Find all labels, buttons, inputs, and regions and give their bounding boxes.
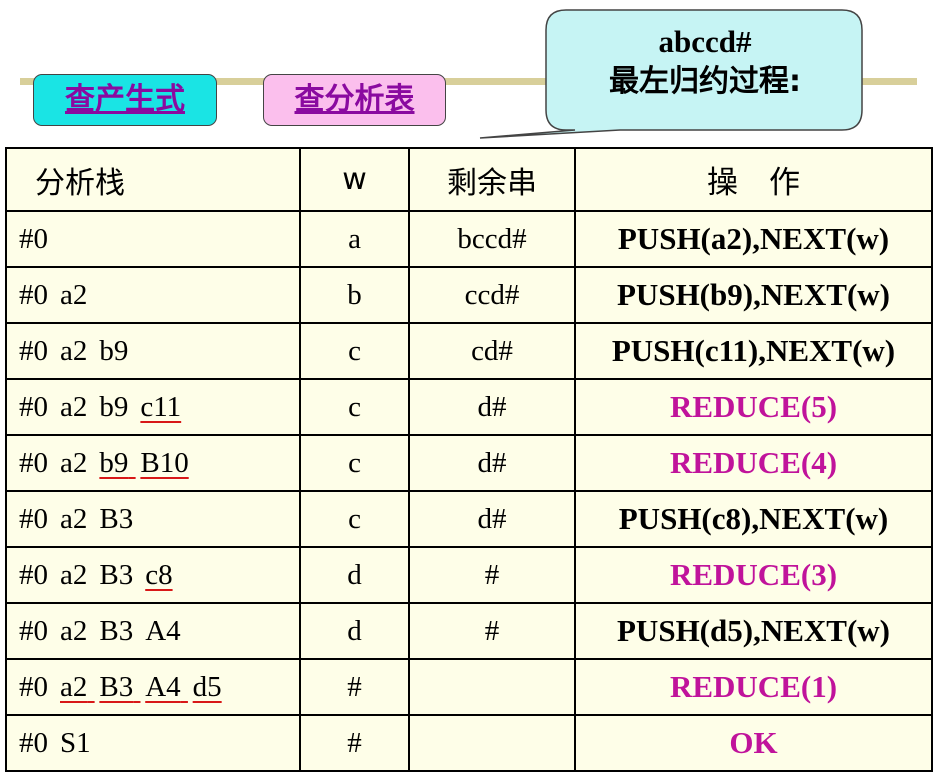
stack-cell: #0 a2 B3 c8 [5, 546, 301, 604]
stack-symbol: b9 [99, 446, 129, 479]
remaining-string-cell [408, 658, 576, 716]
remaining-string-cell: ccd# [408, 266, 576, 324]
stack-symbol: S1 [60, 726, 91, 759]
current-symbol-cell: d [299, 546, 410, 604]
table-row: #0 a2 b9 c11 c d# REDUCE(5) [5, 378, 933, 436]
remaining-string-cell: bccd# [408, 210, 576, 268]
table-row: #0 a2 B3 A4 d5 # REDUCE(1) [5, 658, 933, 716]
remaining-string-cell: # [408, 546, 576, 604]
table-header-row: 分析栈 w 剩余串 操 作 [5, 147, 933, 212]
parsing-process-table: 分析栈 w 剩余串 操 作 #0 a bccd# PUSH(a2),NEXT(w) #0… [5, 147, 933, 772]
current-symbol-cell: c [299, 434, 410, 492]
operation-cell: OK [574, 714, 933, 772]
table-row: #0 a bccd# PUSH(a2),NEXT(w) [5, 210, 933, 268]
process-title: 最左归约过程: [609, 64, 801, 99]
header-w: w [299, 147, 410, 212]
current-symbol-cell: # [299, 658, 410, 716]
stack-symbol: a2 [60, 614, 88, 647]
stack-symbol: B3 [99, 614, 134, 647]
stack-cell: #0 a2 b9 [5, 322, 301, 380]
stack-symbol: #0 [19, 390, 48, 423]
table-row: #0 a2 B3 c8 d # REDUCE(3) [5, 546, 933, 604]
stack-cell: #0 a2 B3 A4 d5 [5, 658, 301, 716]
current-symbol-cell: d [299, 602, 410, 660]
current-symbol-cell: c [299, 322, 410, 380]
current-symbol-cell: a [299, 210, 410, 268]
table-row: #0 a2 b9 c cd# PUSH(c11),NEXT(w) [5, 322, 933, 380]
remaining-string-cell: # [408, 602, 576, 660]
current-symbol-cell: c [299, 378, 410, 436]
stack-symbol: #0 [19, 726, 48, 759]
current-symbol-cell: c [299, 490, 410, 548]
stack-cell: #0 [5, 210, 301, 268]
table-row: #0 a2 b9 B10 c d# REDUCE(4) [5, 434, 933, 492]
header-stack: 分析栈 [5, 147, 301, 212]
stack-symbol: #0 [19, 334, 48, 367]
stack-symbol: #0 [19, 278, 48, 311]
stack-symbol: a2 [60, 446, 88, 479]
stack-symbol: B3 [99, 670, 134, 703]
remaining-string-cell: d# [408, 378, 576, 436]
stack-cell: #0 a2 B3 [5, 490, 301, 548]
stack-symbol: A4 [145, 614, 181, 647]
stack-symbol: #0 [19, 558, 48, 591]
stack-symbol: #0 [19, 446, 48, 479]
header-operation: 操 作 [574, 147, 933, 212]
stack-symbol: c11 [140, 390, 182, 423]
stack-symbol: a2 [60, 278, 88, 311]
current-symbol-cell: # [299, 714, 410, 772]
stack-cell: #0 S1 [5, 714, 301, 772]
stack-symbol: a2 [60, 502, 88, 535]
operation-cell: PUSH(b9),NEXT(w) [574, 266, 933, 324]
current-symbol-cell: b [299, 266, 410, 324]
header-remaining: 剩余串 [408, 147, 576, 212]
operation-cell: PUSH(a2),NEXT(w) [574, 210, 933, 268]
stack-cell: #0 a2 b9 c11 [5, 378, 301, 436]
stack-cell: #0 a2 [5, 266, 301, 324]
callout-text: abccd# 最左归约过程: [548, 10, 862, 130]
remaining-string-cell [408, 714, 576, 772]
stack-symbol: B3 [99, 558, 134, 591]
table-row: #0 a2 B3 A4 d # PUSH(d5),NEXT(w) [5, 602, 933, 660]
stack-symbol: B3 [99, 502, 134, 535]
stack-symbol: b9 [99, 334, 129, 367]
input-string: abccd# [658, 24, 752, 59]
operation-cell: REDUCE(1) [574, 658, 933, 716]
stack-cell: #0 a2 B3 A4 [5, 602, 301, 660]
stack-symbol: c8 [145, 558, 173, 591]
remaining-string-cell: cd# [408, 322, 576, 380]
stack-symbol: #0 [19, 614, 48, 647]
stack-symbol: a2 [60, 390, 88, 423]
stack-symbol: a2 [60, 670, 88, 703]
operation-cell: PUSH(d5),NEXT(w) [574, 602, 933, 660]
stack-symbol: a2 [60, 334, 88, 367]
stack-symbol: #0 [19, 502, 48, 535]
operation-cell: REDUCE(3) [574, 546, 933, 604]
table-row: #0 S1 # OK [5, 714, 933, 772]
stack-symbol: #0 [19, 670, 48, 703]
stack-symbol: b9 [99, 390, 129, 423]
remaining-string-cell: d# [408, 490, 576, 548]
stack-cell: #0 a2 b9 B10 [5, 434, 301, 492]
stack-symbol: a2 [60, 558, 88, 591]
stack-symbol: B10 [140, 446, 189, 479]
operation-cell: REDUCE(4) [574, 434, 933, 492]
operation-cell: PUSH(c8),NEXT(w) [574, 490, 933, 548]
stack-symbol: A4 [145, 670, 181, 703]
stack-symbol: d5 [192, 670, 222, 703]
table-row: #0 a2 B3 c d# PUSH(c8),NEXT(w) [5, 490, 933, 548]
operation-cell: PUSH(c11),NEXT(w) [574, 322, 933, 380]
stack-symbol: #0 [19, 222, 48, 255]
remaining-string-cell: d# [408, 434, 576, 492]
operation-cell: REDUCE(5) [574, 378, 933, 436]
table-row: #0 a2 b ccd# PUSH(b9),NEXT(w) [5, 266, 933, 324]
